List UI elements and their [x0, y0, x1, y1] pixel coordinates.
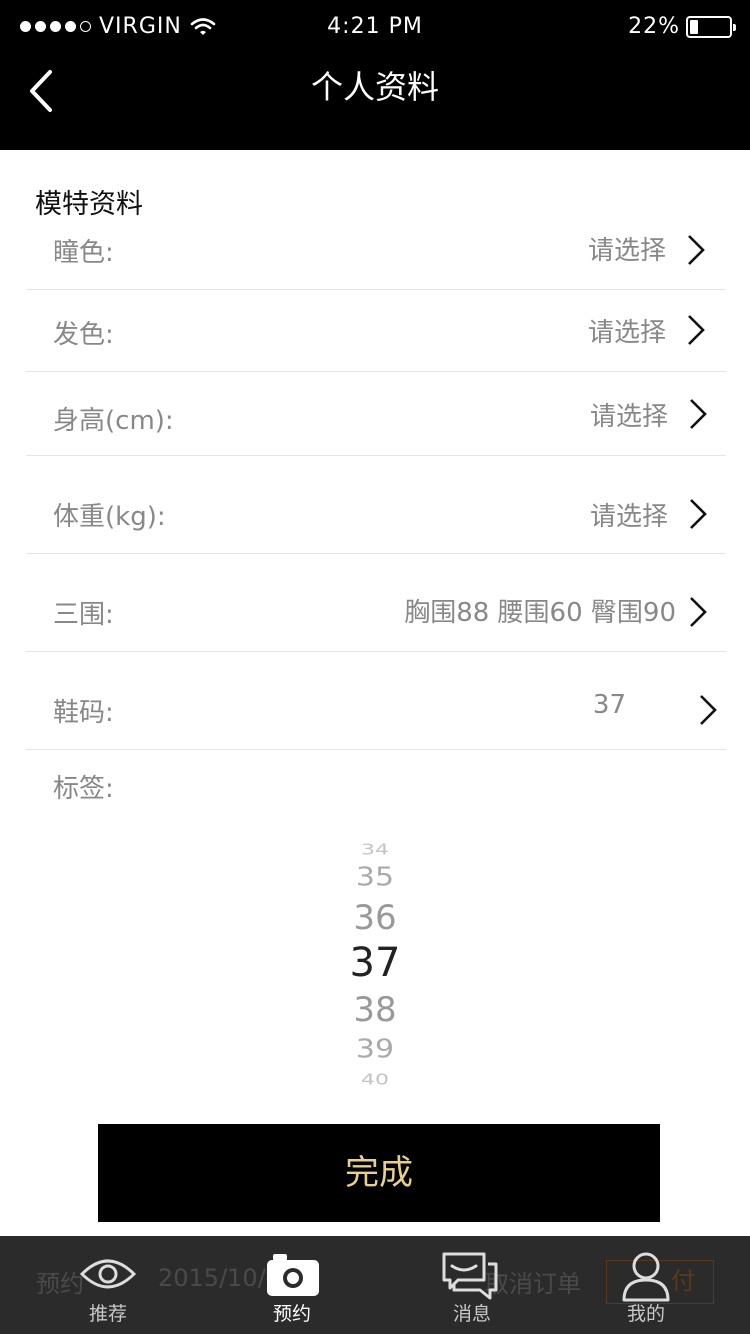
chevron-right-icon — [690, 597, 707, 627]
row-value: 请选择 — [587, 236, 666, 266]
tab-messages[interactable]: 消息 — [412, 1236, 532, 1334]
row-value: 胸围88 腰围60 臀围90 — [404, 598, 676, 628]
tab-recommend[interactable]: 推荐 — [48, 1236, 168, 1334]
picker-option[interactable]: 38 — [0, 990, 750, 1030]
tab-label: 预约 — [272, 1303, 311, 1325]
status-bar: VIRGIN 4:21 PM 22% — [0, 14, 750, 44]
chevron-right-icon — [700, 695, 717, 725]
row-eye-color[interactable]: 瞳色: 请选择 — [26, 206, 726, 290]
chevron-right-icon — [688, 235, 705, 265]
row-measurements[interactable]: 三围: 胸围88 腰围60 臀围90 — [26, 554, 726, 652]
row-value: 请选择 — [589, 502, 668, 532]
row-label: 体重(kg): — [53, 502, 166, 532]
row-label: 三围: — [53, 600, 114, 630]
status-right: 22% — [628, 14, 736, 39]
row-value: 请选择 — [587, 318, 666, 348]
eye-icon — [79, 1259, 137, 1289]
camera-icon — [267, 1254, 319, 1296]
row-label: 瞳色: — [53, 238, 114, 268]
tab-label: 我的 — [626, 1303, 665, 1325]
row-value: 37 — [592, 690, 626, 720]
picker-option[interactable]: 34 — [0, 841, 750, 856]
tab-label: 推荐 — [88, 1303, 127, 1325]
picker-option[interactable]: 35 — [0, 863, 750, 893]
tab-label: 消息 — [452, 1303, 491, 1325]
chevron-right-icon — [690, 399, 707, 429]
tab-me[interactable]: 我的 — [586, 1236, 706, 1334]
user-icon — [622, 1252, 670, 1302]
row-label: 标签: — [53, 774, 114, 804]
battery-icon — [686, 15, 736, 38]
shoe-size-picker[interactable]: 34 35 36 37 38 39 40 — [0, 830, 750, 1090]
row-label: 发色: — [53, 320, 114, 350]
row-height[interactable]: 身高(cm): 请选择 — [26, 372, 726, 456]
row-weight[interactable]: 体重(kg): 请选择 — [26, 456, 726, 554]
row-label: 身高(cm): — [53, 406, 174, 436]
row-shoe-size[interactable]: 鞋码: 37 — [26, 652, 726, 750]
picker-option[interactable]: 40 — [0, 1071, 750, 1085]
tab-booking[interactable]: 预约 — [232, 1236, 352, 1334]
picker-option[interactable]: 39 — [0, 1035, 750, 1065]
row-tags[interactable]: 标签: — [26, 750, 726, 810]
battery-percent: 22% — [628, 14, 680, 39]
picker-option-selected[interactable]: 37 — [0, 940, 750, 986]
chevron-right-icon — [688, 315, 705, 345]
done-button[interactable]: 完成 — [98, 1124, 660, 1222]
chevron-right-icon — [690, 499, 707, 529]
picker-option[interactable]: 36 — [0, 898, 750, 938]
header: VIRGIN 4:21 PM 22% 个人资料 — [0, 0, 750, 150]
page-title: 个人资料 — [310, 68, 439, 106]
row-value: 请选择 — [589, 402, 668, 432]
row-label: 鞋码: — [53, 698, 114, 728]
chat-icon — [442, 1252, 498, 1300]
row-hair-color[interactable]: 发色: 请选择 — [26, 290, 726, 372]
tab-bar: 预约 2015/10/3 取消订单 付 推荐 预约 消息 我的 — [0, 1236, 750, 1334]
